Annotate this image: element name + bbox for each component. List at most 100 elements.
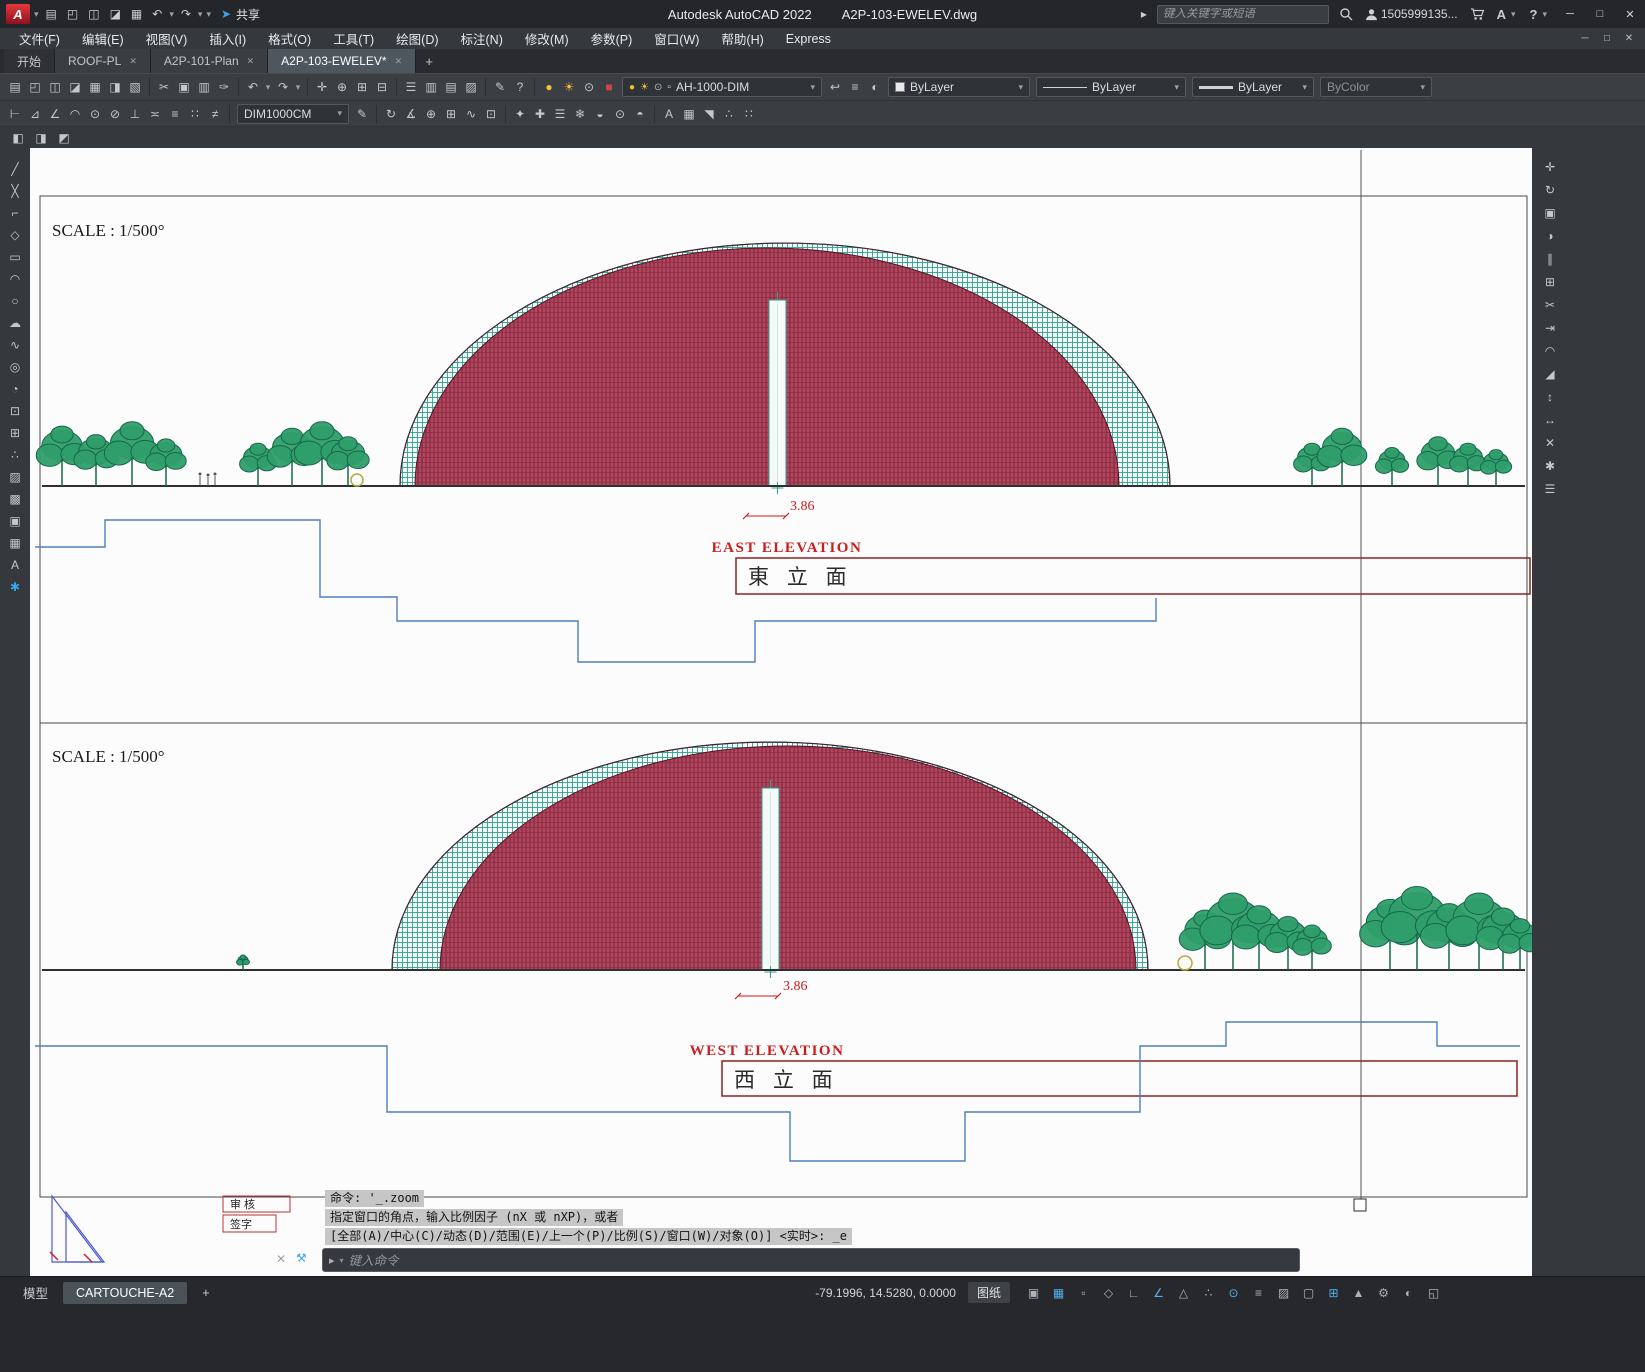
save-icon[interactable]: ◫ [83, 0, 104, 28]
grip-handle[interactable] [1353, 1198, 1367, 1212]
plot-icon[interactable]: ▦ [85, 77, 105, 98]
color-dropdown[interactable]: ByLayer ▾ [888, 77, 1030, 97]
menu-item-3[interactable]: 插入(I) [198, 28, 257, 49]
menu-item-2[interactable]: 视图(V) [135, 28, 199, 49]
snap-mode-icon[interactable]: ▫ [1072, 1283, 1095, 1303]
menu-item-0[interactable]: 文件(F) [8, 28, 71, 49]
revision-cloud-icon[interactable]: ☁ [3, 312, 27, 333]
maximize-button[interactable]: □ [1585, 0, 1615, 28]
region-tool-icon[interactable]: ▣ [3, 510, 27, 531]
offset-tool-icon[interactable]: ∥ [1538, 248, 1562, 269]
chevron-down-icon[interactable]: ▾ [337, 108, 342, 119]
tool-palettes-icon[interactable]: ▤ [441, 77, 461, 98]
isolate-objects-icon[interactable]: ◐ [1397, 1283, 1420, 1303]
redo-menu-icon[interactable]: ▾ [196, 0, 205, 28]
file-tab-2[interactable]: A2P-101-Plan ✕ [150, 49, 269, 73]
annotation-visibility-icon[interactable]: ▲ [1347, 1283, 1370, 1303]
command-customize-icon[interactable]: ⚒ [296, 1251, 307, 1265]
menu-item-9[interactable]: 参数(P) [580, 28, 644, 49]
file-tab-0[interactable]: 开始 [4, 49, 56, 73]
construction-line-icon[interactable]: ╳ [3, 180, 27, 201]
tab-close-icon[interactable]: ✕ [395, 56, 403, 67]
dim-radius-icon[interactable]: ⊙ [85, 103, 105, 124]
polar-tracking-icon[interactable]: ∠ [1147, 1283, 1170, 1303]
mleader-style-icon[interactable]: ◥ [699, 103, 719, 124]
menu-item-12[interactable]: Express [775, 28, 842, 49]
layout-tab-model[interactable]: 模型 [10, 1279, 61, 1306]
circle-tool-icon[interactable]: ○ [3, 290, 27, 311]
dim-break-icon[interactable]: ≠ [205, 103, 225, 124]
layer-off-icon[interactable]: ◒ [590, 103, 610, 124]
dim-arc-length-icon[interactable]: ◠ [65, 103, 85, 124]
table-style-icon[interactable]: ▦ [679, 103, 699, 124]
rectangle-tool-icon[interactable]: ▭ [3, 246, 27, 267]
dim-update-icon[interactable]: ↻ [381, 103, 401, 124]
ellipse-arc-icon[interactable]: ◔ [3, 378, 27, 399]
selection-cycling-icon[interactable]: ▢ [1297, 1283, 1320, 1303]
layout-tab-1[interactable]: CARTOUCHE-A2 [63, 1281, 188, 1304]
stretch-tool-icon[interactable]: ↔ [1538, 409, 1562, 430]
fillet-tool-icon[interactable]: ◠ [1538, 340, 1562, 361]
viewport-control-1-icon[interactable]: ◧ [8, 127, 28, 148]
design-feed-icon[interactable]: ✱ [3, 576, 27, 597]
move-tool-icon[interactable]: ✛ [1538, 156, 1562, 177]
undo-list-icon[interactable]: ▾ [263, 77, 273, 98]
match-properties-icon[interactable]: ✑ [214, 77, 234, 98]
qat-customize-icon[interactable]: ▾ [204, 0, 213, 28]
layer-isolate-icon[interactable]: ◐ [865, 77, 885, 98]
point-style-icon[interactable]: ∴ [719, 103, 739, 124]
text-style-icon[interactable]: A [659, 103, 679, 124]
units-icon[interactable]: ∷ [739, 103, 759, 124]
command-close-icon[interactable]: ✕ [276, 1252, 286, 1266]
cut-icon[interactable]: ✂ [154, 77, 174, 98]
dim-text-angle-icon[interactable]: ∡ [401, 103, 421, 124]
design-center-icon[interactable]: ▥ [421, 77, 441, 98]
save-icon[interactable]: ◫ [45, 77, 65, 98]
plot-icon[interactable]: ▦ [126, 0, 147, 28]
properties-icon[interactable]: ☰ [401, 77, 421, 98]
save-all-icon[interactable]: ◪ [105, 0, 126, 28]
array-tool-icon[interactable]: ⊞ [1538, 271, 1562, 292]
jogged-dim-icon[interactable]: ∿ [461, 103, 481, 124]
workspace-switching-icon[interactable]: ⚙ [1372, 1283, 1395, 1303]
paper-space-button[interactable]: 图纸 [967, 1282, 1010, 1303]
chevron-down-icon[interactable]: ▾ [1420, 82, 1425, 93]
file-tab-1[interactable]: ROOF-PL ✕ [55, 49, 151, 73]
sheet-set-manager-icon[interactable]: ▨ [461, 77, 481, 98]
close-button[interactable]: ✕ [1615, 0, 1645, 28]
plot-preview-icon[interactable]: ◨ [105, 77, 125, 98]
chevron-down-icon[interactable]: ▾ [1174, 82, 1179, 93]
menu-item-11[interactable]: 帮助(H) [710, 28, 774, 49]
pan-icon[interactable]: ✛ [312, 77, 332, 98]
layer-swatch-icon[interactable]: ■ [599, 77, 619, 98]
dim-angular-icon[interactable]: ∠ [45, 103, 65, 124]
new-icon[interactable]: ▤ [41, 0, 62, 28]
rotate-tool-icon[interactable]: ↻ [1538, 179, 1562, 200]
line-tool-icon[interactable]: ╱ [3, 158, 27, 179]
drawing-canvas[interactable]: SCALE : 1/500°3.86EAST ELEVATION東 立 面SCA… [30, 148, 1532, 1276]
redo-icon[interactable]: ↷ [176, 0, 196, 28]
object-snap-tracking-icon[interactable]: ∴ [1197, 1283, 1220, 1303]
doc-restore-icon[interactable]: □ [1596, 33, 1618, 44]
search-icon[interactable] [1333, 0, 1359, 28]
spline-icon[interactable]: ∿ [3, 334, 27, 355]
chamfer-tool-icon[interactable]: ◢ [1538, 363, 1562, 384]
chevron-down-icon[interactable]: ▾ [810, 82, 815, 93]
new-tab-button[interactable]: + [416, 49, 442, 73]
search-box[interactable] [1156, 4, 1329, 24]
dim-diameter-icon[interactable]: ⊘ [105, 103, 125, 124]
cart-icon[interactable] [1464, 0, 1491, 28]
extend-tool-icon[interactable]: ⇥ [1538, 317, 1562, 338]
copy-clip-icon[interactable]: ▣ [174, 77, 194, 98]
dim-aligned-icon[interactable]: ⊿ [25, 103, 45, 124]
title-expand-icon[interactable]: ▸ [1135, 0, 1153, 28]
command-input-bar[interactable]: ▸ ▾ [322, 1248, 1300, 1272]
publish-icon[interactable]: ▧ [125, 77, 145, 98]
paste-icon[interactable]: ▥ [194, 77, 214, 98]
menu-item-1[interactable]: 编辑(E) [71, 28, 135, 49]
make-object-layer-current-icon[interactable]: ✚ [530, 103, 550, 124]
menu-item-8[interactable]: 修改(M) [514, 28, 580, 49]
search-input[interactable] [1162, 8, 1323, 20]
explode-tool-icon[interactable]: ✱ [1538, 455, 1562, 476]
isodraft-icon[interactable]: △ [1172, 1283, 1195, 1303]
